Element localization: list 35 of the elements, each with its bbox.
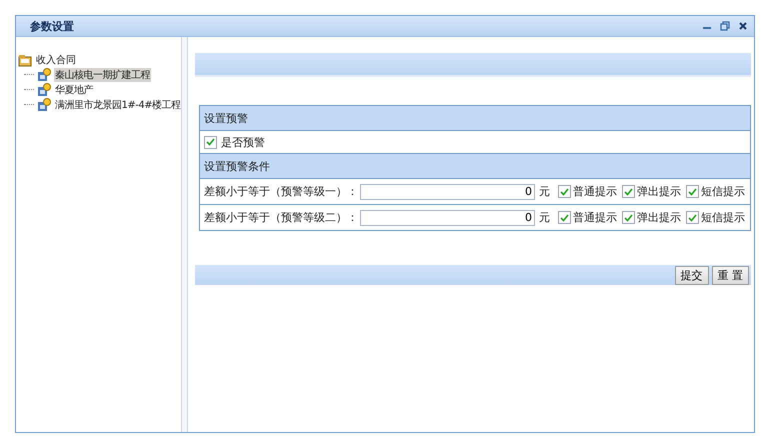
tree-item[interactable]: 满洲里市龙景园1#-4#楼工程 (54, 98, 181, 112)
tree-item[interactable]: 华夏地产 (54, 82, 94, 96)
form-button[interactable]: 重 置 (712, 266, 749, 284)
close-icon[interactable] (738, 21, 748, 31)
tree-item[interactable]: 秦山核电一期扩建工程 (54, 68, 151, 82)
checkbox-label: 普通提示 (573, 210, 617, 225)
document-icon (37, 68, 51, 82)
checkbox[interactable] (686, 211, 699, 224)
field-label: 差额小于等于（预警等级二）： (204, 210, 358, 225)
checkbox[interactable] (686, 185, 699, 198)
document-icon (37, 98, 51, 112)
checkbox-label: 普通提示 (573, 184, 617, 199)
checkbox-label: 短信提示 (701, 184, 745, 199)
tree-item[interactable]: 收入合同 (36, 53, 76, 67)
section-title: 设置预警条件 (204, 158, 270, 174)
checkbox[interactable] (622, 185, 635, 198)
checkbox-label: 是否预警 (221, 134, 265, 150)
checkbox-label: 弹出提示 (637, 210, 681, 225)
checkbox[interactable] (622, 211, 635, 224)
section-title: 设置预警 (204, 110, 248, 126)
checkbox-label: 短信提示 (701, 210, 745, 225)
field-label: 差额小于等于（预警等级一）： (204, 184, 358, 199)
window-title: 参数设置 (30, 18, 75, 34)
amount-field[interactable]: 0 (360, 184, 535, 200)
document-icon (37, 82, 51, 96)
folder-icon (18, 54, 32, 66)
checkbox[interactable] (204, 136, 217, 148)
checkbox[interactable] (558, 211, 571, 224)
checkbox-label: 弹出提示 (637, 184, 681, 199)
unit-label: 元 (539, 184, 550, 199)
checkbox[interactable] (558, 185, 571, 198)
form-button[interactable]: 提交 (674, 266, 708, 284)
amount-field[interactable]: 0 (360, 210, 535, 226)
unit-label: 元 (539, 210, 550, 225)
restore-icon[interactable] (720, 21, 730, 31)
